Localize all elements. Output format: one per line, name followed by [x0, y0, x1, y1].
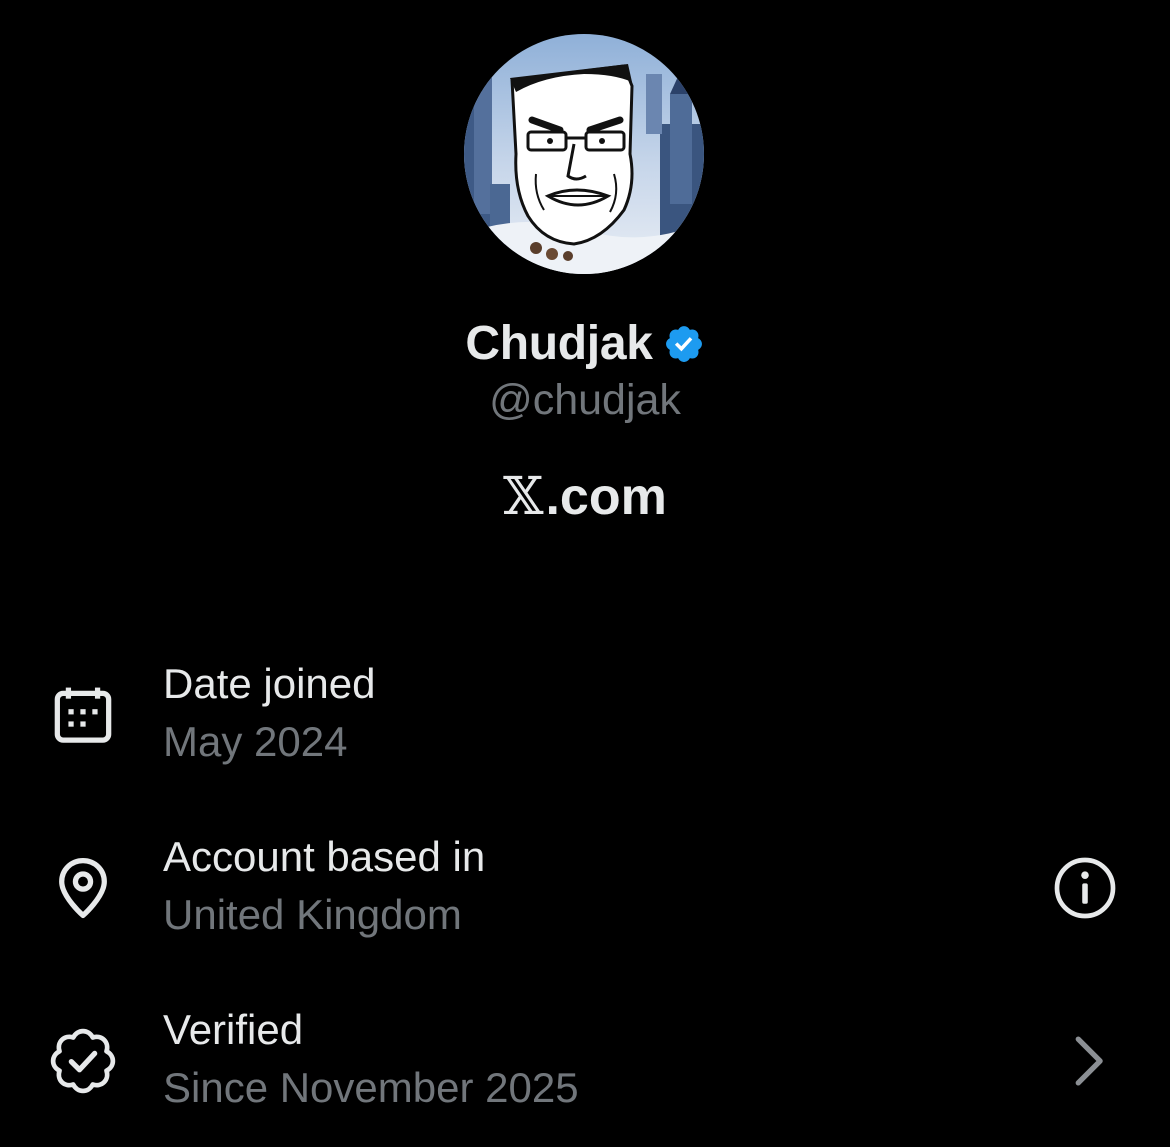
- date-joined-row: Date joined May 2024: [0, 660, 1170, 780]
- verified-badge-outline-icon: [50, 1028, 116, 1094]
- account-location-value: United Kingdom: [163, 891, 462, 938]
- display-name: Chudjak: [465, 316, 653, 370]
- brand-label: 𝕏 .com: [0, 466, 1170, 528]
- info-icon[interactable]: [1050, 853, 1120, 923]
- chevron-right-icon[interactable]: [1052, 1026, 1122, 1096]
- profile-handle: @chudjak: [489, 376, 681, 424]
- profile-name-row: Chudjak: [0, 312, 1170, 374]
- brand-suffix: .com: [545, 468, 667, 526]
- date-joined-title: Date joined: [163, 660, 376, 707]
- calendar-icon: [54, 687, 112, 743]
- account-location-title: Account based in: [163, 833, 486, 880]
- account-location-row: Account based in United Kingdom: [0, 833, 1170, 953]
- profile-avatar[interactable]: [464, 34, 704, 274]
- avatar-image: [464, 34, 704, 274]
- verified-badge-icon[interactable]: [663, 323, 705, 365]
- date-joined-value: May 2024: [163, 718, 348, 765]
- verified-title: Verified: [163, 1006, 304, 1053]
- x-logo-icon: 𝕏: [503, 467, 544, 527]
- verified-value: Since November 2025: [163, 1064, 579, 1111]
- location-pin-icon: [59, 857, 107, 919]
- verified-row[interactable]: Verified Since November 2025: [0, 1006, 1170, 1126]
